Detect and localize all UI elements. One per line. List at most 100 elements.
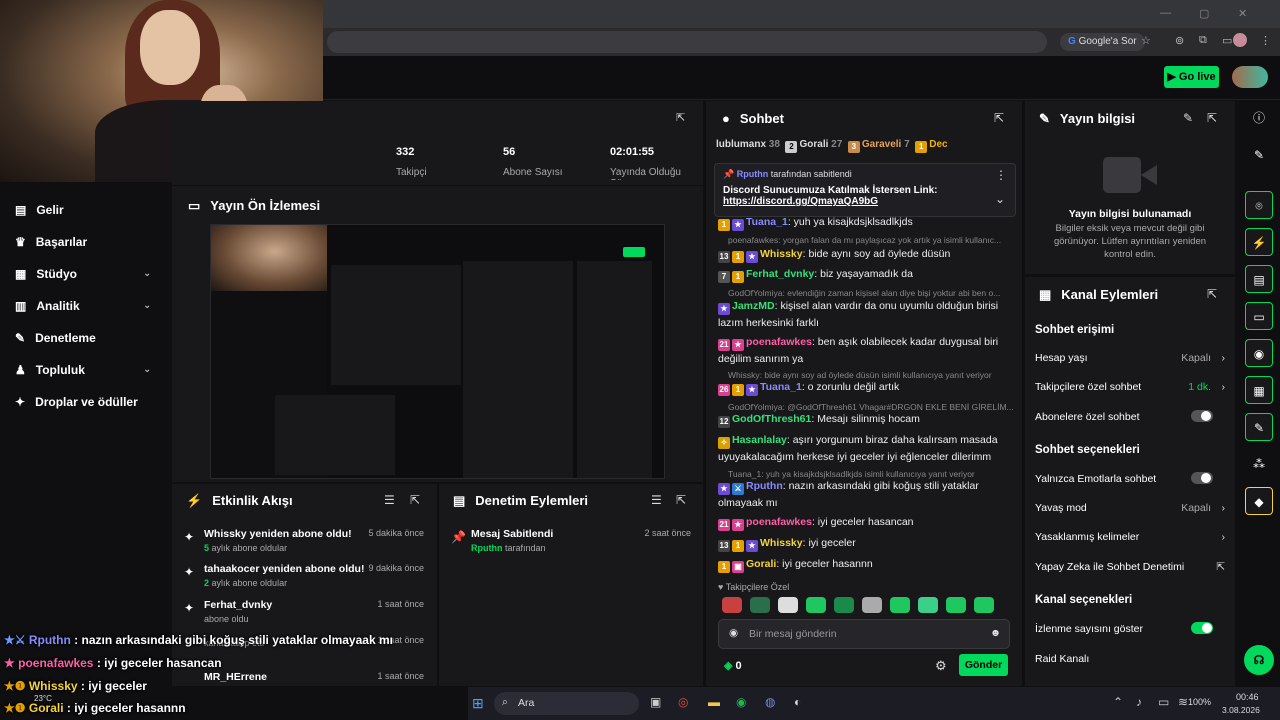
- gifter-name[interactable]: Dec: [929, 139, 947, 150]
- popout-icon[interactable]: ⇱: [676, 111, 685, 124]
- weather-temp[interactable]: 23°C: [34, 694, 52, 703]
- go-live-button[interactable]: ▶ Go live: [1164, 66, 1219, 88]
- popout-icon[interactable]: ⇱: [1207, 287, 1217, 301]
- task-view-icon[interactable]: ▣: [650, 695, 661, 709]
- chrome-icon[interactable]: ◎: [678, 695, 688, 709]
- filter-icon[interactable]: ☰: [651, 493, 662, 507]
- chat-username[interactable]: GodOfThresh61: [732, 413, 811, 425]
- gem-tool-icon[interactable]: ◆: [1245, 487, 1273, 515]
- emote[interactable]: [806, 597, 826, 613]
- app-icon[interactable]: ◐: [794, 695, 801, 709]
- emote[interactable]: [974, 597, 994, 613]
- pencil-icon[interactable]: ✎: [1245, 141, 1273, 169]
- wrench-tool-icon[interactable]: ✎: [1245, 413, 1273, 441]
- nav-analitik[interactable]: ▥ Analitik: [15, 296, 80, 316]
- chat-tool-icon[interactable]: ▭: [1245, 302, 1273, 330]
- tray-icon[interactable]: ▭: [1158, 695, 1169, 709]
- chat-username[interactable]: JamzMD: [732, 300, 775, 312]
- view-count-toggle[interactable]: [1191, 622, 1213, 634]
- address-bar[interactable]: [327, 31, 1047, 53]
- taskbar-search[interactable]: ⌕ Ara: [494, 692, 639, 715]
- emote[interactable]: [750, 597, 770, 613]
- spotify-icon[interactable]: ◉: [736, 695, 746, 709]
- kebab-icon[interactable]: ⋮: [995, 168, 1007, 182]
- subs-chat-toggle[interactable]: [1191, 410, 1213, 422]
- followers-chat-row[interactable]: Takipçilere özel sohbet 1 dk. ›: [1035, 381, 1225, 393]
- emote[interactable]: [946, 597, 966, 613]
- nav-topluluk[interactable]: ♟ Topluluk: [15, 360, 85, 380]
- popout-icon[interactable]: ⇱: [676, 493, 686, 507]
- mic-icon[interactable]: ♪: [1136, 695, 1142, 709]
- chat-username[interactable]: Gorali: [746, 558, 776, 570]
- discord-icon[interactable]: ◍: [765, 695, 775, 709]
- popout-icon[interactable]: ⇱: [410, 493, 420, 507]
- filter-icon[interactable]: ☰: [384, 493, 395, 507]
- chat-username[interactable]: poenafawkes: [746, 516, 812, 528]
- wifi-icon[interactable]: ≋: [1178, 695, 1188, 709]
- camera-tool-icon[interactable]: ⌾: [1245, 191, 1273, 219]
- stream-preview-video[interactable]: [210, 224, 665, 479]
- emote[interactable]: [778, 597, 798, 613]
- edit-pencil-icon[interactable]: ✎: [1183, 111, 1193, 125]
- chat-username[interactable]: poenafawkes: [746, 336, 812, 348]
- profile-avatar[interactable]: [1233, 33, 1247, 47]
- emote-only-toggle[interactable]: [1191, 472, 1213, 484]
- bolt-tool-icon[interactable]: ⚡: [1245, 228, 1273, 256]
- info-icon[interactable]: ⓘ: [1245, 104, 1273, 132]
- google-ask-button[interactable]: G Google'a Sor: [1060, 33, 1145, 51]
- slow-mode-row[interactable]: Yavaş mod Kapalı ›: [1035, 502, 1225, 514]
- popout-icon[interactable]: ⇱: [994, 111, 1004, 125]
- support-button[interactable]: ☊: [1244, 645, 1274, 675]
- emote[interactable]: [834, 597, 854, 613]
- user-avatar[interactable]: [1232, 66, 1268, 88]
- pinned-message[interactable]: 📌 Rputhn tarafından sabitlendi Discord S…: [714, 163, 1016, 217]
- clock-date[interactable]: 3.08.2026: [1222, 705, 1260, 715]
- tray-chevron-icon[interactable]: ⌃: [1113, 695, 1123, 709]
- pinned-link[interactable]: https://discord.gg/QmayaQA9bG: [723, 196, 1007, 207]
- gifter-name[interactable]: lublumanx: [716, 139, 766, 150]
- chat-username[interactable]: Tuana_1: [760, 381, 802, 393]
- gifter-name[interactable]: Garaveli: [862, 139, 901, 150]
- close-icon[interactable]: ✕: [1238, 7, 1247, 20]
- chat-username[interactable]: Hasanlalay: [732, 434, 787, 446]
- users-tool-icon[interactable]: ⁂: [1245, 450, 1273, 478]
- broadcast-tool-icon[interactable]: ◉: [1245, 339, 1273, 367]
- nav-basarilar[interactable]: ♛ Başarılar: [15, 232, 87, 252]
- chat-username[interactable]: Tuana_1: [746, 216, 788, 228]
- send-button[interactable]: Gönder: [959, 654, 1008, 676]
- sidepanel-icon[interactable]: ▭: [1222, 34, 1232, 47]
- gifter-name[interactable]: Gorali: [799, 139, 828, 150]
- chat-username[interactable]: Ferhat_dvnky: [746, 268, 814, 280]
- settings-gear-icon[interactable]: ⚙: [935, 658, 947, 674]
- media-icon[interactable]: ⊚: [1175, 34, 1184, 47]
- menu-dots-icon[interactable]: ⋮: [1260, 34, 1271, 47]
- chevron-down-icon[interactable]: ⌄: [143, 300, 151, 311]
- banned-words-row[interactable]: Yasaklanmış kelimeler ›: [1035, 531, 1225, 543]
- nav-denetleme[interactable]: ✎ Denetleme: [15, 328, 96, 348]
- nav-droplar[interactable]: ✦ Droplar ve ödüller: [15, 392, 138, 412]
- nav-studyo[interactable]: ▦ Stüdyo: [15, 264, 77, 284]
- chevron-down-icon[interactable]: ⌄: [143, 364, 151, 375]
- raid-row[interactable]: Raid Kanalı: [1035, 653, 1225, 665]
- chevron-down-icon[interactable]: ⌄: [143, 268, 151, 279]
- emote[interactable]: [890, 597, 910, 613]
- extensions-icon[interactable]: ⧉: [1199, 34, 1207, 47]
- emoji-picker-icon[interactable]: ◉: [729, 627, 738, 639]
- emote-icon[interactable]: ☻: [990, 627, 1001, 639]
- grid-tool-icon[interactable]: ▦: [1245, 376, 1273, 404]
- emote[interactable]: [862, 597, 882, 613]
- emote[interactable]: [918, 597, 938, 613]
- pinned-by-user[interactable]: Rputhn: [737, 169, 769, 179]
- chat-username[interactable]: Rputhn: [746, 480, 783, 492]
- account-age-row[interactable]: Hesap yaşı Kapalı ›: [1035, 352, 1225, 364]
- ai-moderation-row[interactable]: Yapay Zeka ile Sohbet Denetimi ⇱: [1035, 561, 1225, 573]
- chat-username[interactable]: Whissky: [760, 248, 803, 260]
- emote[interactable]: [722, 597, 742, 613]
- nav-gelir[interactable]: ▤ Gelir: [15, 200, 64, 220]
- clock-time[interactable]: 00:46: [1236, 692, 1259, 702]
- chevron-down-icon[interactable]: ⌄: [995, 192, 1005, 206]
- folder-icon[interactable]: ▬: [708, 695, 720, 709]
- channel-points[interactable]: ◈ 0: [724, 659, 742, 672]
- chat-input[interactable]: ◉ Bir mesaj gönderin ☻: [718, 619, 1010, 649]
- maximize-icon[interactable]: ▢: [1199, 7, 1209, 20]
